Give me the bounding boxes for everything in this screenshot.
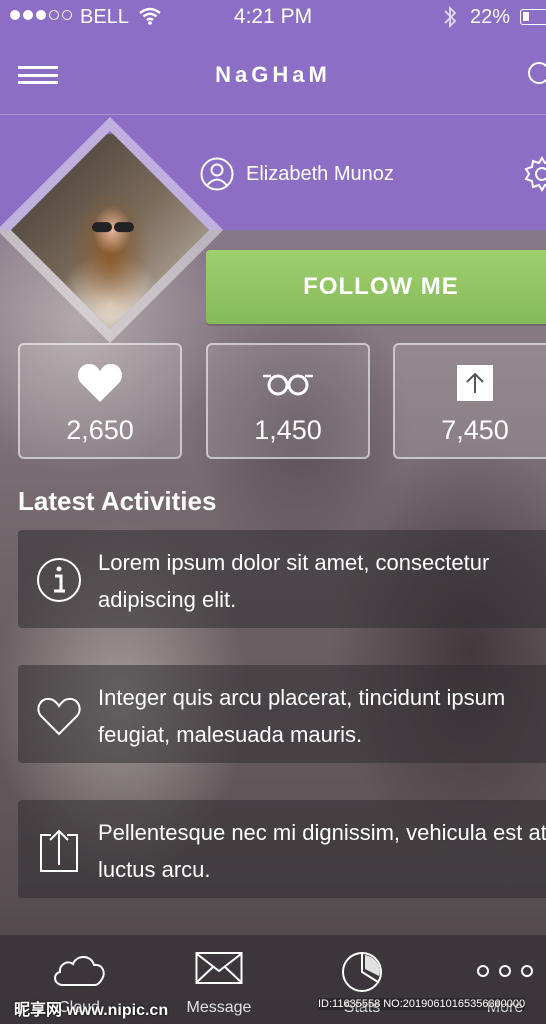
more-icon xyxy=(477,965,533,977)
info-icon xyxy=(37,558,81,602)
cloud-icon xyxy=(54,956,105,986)
follow-button[interactable]: FOLLOW ME xyxy=(206,250,546,324)
stat-likes[interactable]: 2,650 xyxy=(18,343,182,459)
profile-name: Elizabeth Munoz xyxy=(246,163,394,185)
stat-views[interactable]: 1,450 xyxy=(206,343,370,459)
gear-icon[interactable] xyxy=(524,156,546,192)
watermark-id: ID:11635558 NO:20190610165356300000 xyxy=(318,998,526,1010)
navigation-bar: NaGHaM xyxy=(0,36,546,115)
tab-label: Message xyxy=(186,999,252,1016)
section-title: Latest Activities xyxy=(18,486,217,516)
watermark-logo: 昵享网 www.nipic.cn xyxy=(14,1002,169,1019)
battery-icon xyxy=(520,9,546,25)
activity-item[interactable]: Integer quis arcu placerat, tincidunt ip… xyxy=(18,665,546,763)
activity-text: Pellentesque nec mi dignissim, vehicula … xyxy=(98,820,546,882)
glasses-icon xyxy=(263,374,313,396)
share-icon xyxy=(457,365,493,401)
tab-message[interactable]: Message xyxy=(164,935,274,1024)
tab-stats[interactable]: Stats xyxy=(307,935,417,1024)
search-icon[interactable] xyxy=(528,62,546,84)
tab-more[interactable]: More xyxy=(450,935,546,1024)
envelope-icon xyxy=(195,952,243,984)
battery-percentage: 22% xyxy=(470,6,511,28)
activity-item[interactable]: Lorem ipsum dolor sit amet, consectetur … xyxy=(18,530,546,628)
activity-item[interactable]: Pellentesque nec mi dignissim, vehicula … xyxy=(18,800,546,898)
heart-icon xyxy=(77,363,123,402)
bluetooth-icon xyxy=(444,5,457,29)
pie-chart-icon xyxy=(342,952,382,992)
user-icon xyxy=(200,157,234,191)
stat-shares[interactable]: 7,450 xyxy=(393,343,546,459)
app-screen: BELL 4:21 PM 22% NaGHaM Elizabeth Munoz … xyxy=(0,0,546,1024)
app-title: NaGHaM xyxy=(215,62,331,87)
activity-text: Lorem ipsum dolor sit amet, consectetur … xyxy=(98,550,490,612)
stat-value: 1,450 xyxy=(254,415,322,445)
clock: 4:21 PM xyxy=(233,5,313,28)
heart-outline-icon xyxy=(37,697,81,736)
activity-text: Integer quis arcu placerat, tincidunt ip… xyxy=(98,685,506,747)
stat-value: 7,450 xyxy=(441,415,509,445)
status-bar: BELL 4:21 PM 22% xyxy=(0,0,546,36)
upload-icon xyxy=(40,829,78,872)
stat-value: 2,650 xyxy=(66,415,134,445)
